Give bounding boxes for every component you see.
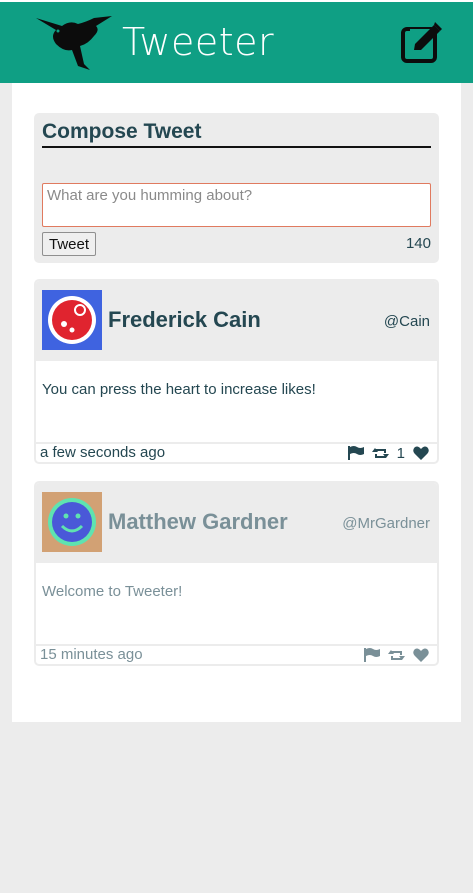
author-handle: @MrGardner — [342, 515, 430, 532]
avatar — [42, 290, 102, 350]
retweet-button[interactable] — [371, 447, 389, 460]
tweet-footer: a few seconds ago 1 — [36, 442, 437, 462]
app-title: Tweeter — [122, 20, 275, 64]
tweet-content: You can press the heart to increase like… — [42, 381, 316, 398]
main-container: Compose Tweet Tweet 140 Frederick Cain @… — [12, 83, 461, 722]
tweet-content: Welcome to Tweeter! — [42, 583, 183, 600]
tweet-card: Matthew Gardner @MrGardner Welcome to Tw… — [34, 481, 439, 666]
tweet-timestamp: 15 minutes ago — [40, 646, 143, 663]
retweet-icon — [388, 649, 405, 660]
tweet-timestamp: a few seconds ago — [40, 444, 166, 461]
compose-tweet-form: Compose Tweet Tweet 140 — [34, 113, 439, 263]
like-button[interactable] — [413, 446, 429, 460]
heart-icon — [413, 446, 429, 460]
tweet-card: Frederick Cain @Cain You can press the h… — [34, 279, 439, 464]
tweet-header: Frederick Cain @Cain — [36, 281, 437, 361]
tweet-footer: 15 minutes ago — [36, 644, 437, 664]
avatar — [42, 492, 102, 552]
flag-icon — [347, 446, 364, 460]
hummingbird-icon — [36, 16, 112, 70]
tweet-header: Matthew Gardner @MrGardner — [36, 483, 437, 563]
char-counter: 140 — [405, 235, 431, 252]
tweet-actions — [356, 646, 429, 664]
author-handle: @Cain — [383, 313, 430, 330]
tweet-actions: 1 — [340, 444, 429, 462]
author-name: Frederick Cain — [108, 307, 261, 332]
top-nav: Tweeter — [0, 0, 473, 83]
tweet-input[interactable] — [42, 183, 431, 227]
like-button[interactable] — [413, 648, 429, 662]
heart-icon — [413, 648, 429, 662]
tweet-button[interactable]: Tweet — [42, 232, 96, 256]
retweet-icon — [371, 447, 389, 458]
author-name: Matthew Gardner — [108, 509, 288, 534]
like-count: 1 — [396, 444, 405, 462]
compose-title: Compose Tweet — [42, 119, 431, 148]
flag-button[interactable] — [364, 648, 380, 662]
flag-button[interactable] — [347, 446, 364, 460]
retweet-button[interactable] — [388, 649, 405, 662]
flag-icon — [364, 648, 380, 662]
compose-icon[interactable] — [400, 22, 442, 64]
